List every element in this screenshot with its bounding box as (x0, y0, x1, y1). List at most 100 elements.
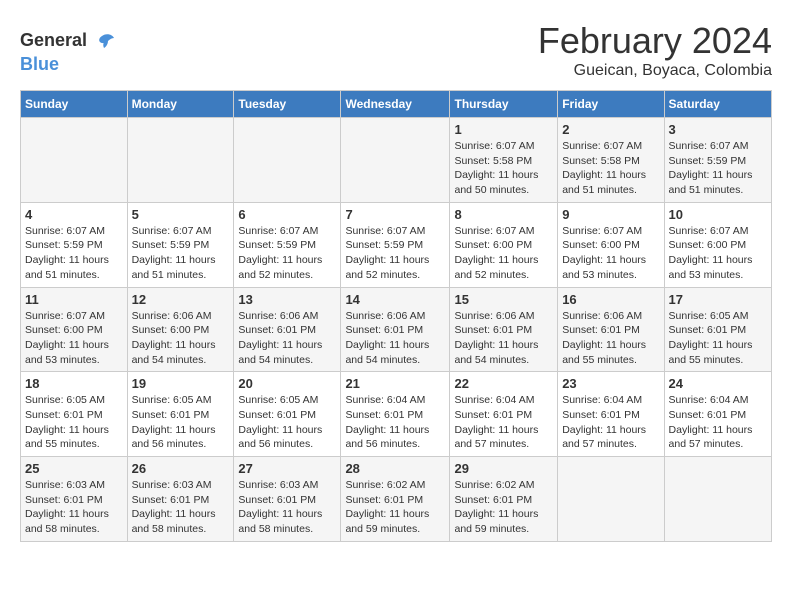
logo-blue: Blue (20, 54, 59, 74)
calendar-cell: 8Sunrise: 6:07 AMSunset: 6:00 PMDaylight… (450, 202, 558, 287)
calendar-cell: 21 Sunrise: 6:04 AMSunset: 6:01 PMDayligh… (341, 372, 450, 457)
day-number: 16 (562, 292, 659, 307)
day-number: 9 (562, 207, 659, 222)
calendar-cell: 7 Sunrise: 6:07 AMSunset: 5:59 PMDaylight… (341, 202, 450, 287)
day-info: Sunrise: 6:07 AMSunset: 5:58 PMDaylight:… (562, 139, 659, 198)
week-row-1: 1 Sunrise: 6:07 AMSunset: 5:58 PMDaylight… (21, 118, 772, 203)
day-number: 12 (132, 292, 230, 307)
calendar-cell (127, 118, 234, 203)
day-info: Sunrise: 6:05 AMSunset: 6:01 PMDaylight:… (132, 393, 230, 452)
day-info: Sunrise: 6:07 AMSunset: 5:59 PMDaylight:… (132, 224, 230, 283)
day-number: 14 (345, 292, 445, 307)
day-info: Sunrise: 6:07 AMSunset: 5:59 PMDaylight:… (669, 139, 767, 198)
col-saturday: Saturday (664, 91, 771, 118)
day-number: 4 (25, 207, 123, 222)
day-info: Sunrise: 6:07 AMSunset: 6:00 PMDaylight:… (669, 224, 767, 283)
day-info: Sunrise: 6:04 AMSunset: 6:01 PMDaylight:… (454, 393, 553, 452)
day-number: 29 (454, 461, 553, 476)
calendar-cell (341, 118, 450, 203)
week-row-2: 4 Sunrise: 6:07 AMSunset: 5:59 PMDaylight… (21, 202, 772, 287)
calendar-cell: 3Sunrise: 6:07 AMSunset: 5:59 PMDaylight… (664, 118, 771, 203)
day-number: 11 (25, 292, 123, 307)
calendar-cell (664, 457, 771, 542)
day-info: Sunrise: 6:03 AMSunset: 6:01 PMDaylight:… (132, 478, 230, 537)
day-info: Sunrise: 6:07 AMSunset: 6:00 PMDaylight:… (454, 224, 553, 283)
page-header: General Blue February 2024 Gueican, Boya… (20, 20, 772, 80)
day-number: 10 (669, 207, 767, 222)
day-number: 18 (25, 376, 123, 391)
calendar-table: Sunday Monday Tuesday Wednesday Thursday… (20, 90, 772, 542)
logo-bird-icon (94, 30, 118, 54)
calendar-cell (21, 118, 128, 203)
week-row-4: 18 Sunrise: 6:05 AMSunset: 6:01 PMDayligh… (21, 372, 772, 457)
day-info: Sunrise: 6:02 AMSunset: 6:01 PMDaylight:… (345, 478, 445, 537)
day-number: 17 (669, 292, 767, 307)
logo-general: General (20, 30, 87, 50)
calendar-cell: 20Sunrise: 6:05 AMSunset: 6:01 PMDayligh… (234, 372, 341, 457)
day-number: 7 (345, 207, 445, 222)
col-monday: Monday (127, 91, 234, 118)
calendar-cell: 27 Sunrise: 6:03 AMSunset: 6:01 PMDayligh… (234, 457, 341, 542)
day-number: 1 (454, 122, 553, 137)
calendar-cell (558, 457, 664, 542)
day-info: Sunrise: 6:05 AMSunset: 6:01 PMDaylight:… (25, 393, 123, 452)
day-info: Sunrise: 6:03 AMSunset: 6:01 PMDaylight:… (25, 478, 123, 537)
day-info: Sunrise: 6:07 AMSunset: 6:00 PMDaylight:… (25, 309, 123, 368)
day-info: Sunrise: 6:06 AMSunset: 6:01 PMDaylight:… (238, 309, 336, 368)
day-info: Sunrise: 6:02 AMSunset: 6:01 PMDaylight:… (454, 478, 553, 537)
calendar-cell: 15Sunrise: 6:06 AMSunset: 6:01 PMDayligh… (450, 287, 558, 372)
week-row-3: 11 Sunrise: 6:07 AMSunset: 6:00 PMDayligh… (21, 287, 772, 372)
calendar-cell: 4 Sunrise: 6:07 AMSunset: 5:59 PMDaylight… (21, 202, 128, 287)
day-info: Sunrise: 6:07 AMSunset: 5:58 PMDaylight:… (454, 139, 553, 198)
calendar-cell: 25 Sunrise: 6:03 AMSunset: 6:01 PMDayligh… (21, 457, 128, 542)
calendar-cell: 10 Sunrise: 6:07 AMSunset: 6:00 PMDayligh… (664, 202, 771, 287)
calendar-cell: 19Sunrise: 6:05 AMSunset: 6:01 PMDayligh… (127, 372, 234, 457)
day-info: Sunrise: 6:07 AMSunset: 5:59 PMDaylight:… (25, 224, 123, 283)
calendar-cell: 17 Sunrise: 6:05 AMSunset: 6:01 PMDayligh… (664, 287, 771, 372)
day-info: Sunrise: 6:06 AMSunset: 6:01 PMDaylight:… (562, 309, 659, 368)
calendar-cell: 5Sunrise: 6:07 AMSunset: 5:59 PMDaylight… (127, 202, 234, 287)
month-title: February 2024 (538, 20, 772, 62)
calendar-cell: 24 Sunrise: 6:04 AMSunset: 6:01 PMDayligh… (664, 372, 771, 457)
day-number: 2 (562, 122, 659, 137)
day-number: 21 (345, 376, 445, 391)
calendar-cell: 9Sunrise: 6:07 AMSunset: 6:00 PMDaylight… (558, 202, 664, 287)
calendar-cell (234, 118, 341, 203)
day-number: 22 (454, 376, 553, 391)
day-number: 20 (238, 376, 336, 391)
day-info: Sunrise: 6:06 AMSunset: 6:01 PMDaylight:… (345, 309, 445, 368)
calendar-cell: 1 Sunrise: 6:07 AMSunset: 5:58 PMDaylight… (450, 118, 558, 203)
calendar-cell: 14 Sunrise: 6:06 AMSunset: 6:01 PMDayligh… (341, 287, 450, 372)
calendar-header-row: Sunday Monday Tuesday Wednesday Thursday… (21, 91, 772, 118)
day-number: 27 (238, 461, 336, 476)
calendar-cell: 29 Sunrise: 6:02 AMSunset: 6:01 PMDayligh… (450, 457, 558, 542)
calendar-cell: 6 Sunrise: 6:07 AMSunset: 5:59 PMDaylight… (234, 202, 341, 287)
day-number: 25 (25, 461, 123, 476)
calendar-cell: 26Sunrise: 6:03 AMSunset: 6:01 PMDayligh… (127, 457, 234, 542)
title-section: February 2024 Gueican, Boyaca, Colombia (538, 20, 772, 80)
day-info: Sunrise: 6:04 AMSunset: 6:01 PMDaylight:… (345, 393, 445, 452)
logo-text: General Blue (20, 30, 120, 75)
day-info: Sunrise: 6:07 AMSunset: 5:59 PMDaylight:… (238, 224, 336, 283)
day-info: Sunrise: 6:03 AMSunset: 6:01 PMDaylight:… (238, 478, 336, 537)
calendar-cell: 13Sunrise: 6:06 AMSunset: 6:01 PMDayligh… (234, 287, 341, 372)
col-thursday: Thursday (450, 91, 558, 118)
calendar-cell: 22 Sunrise: 6:04 AMSunset: 6:01 PMDayligh… (450, 372, 558, 457)
day-number: 6 (238, 207, 336, 222)
day-info: Sunrise: 6:04 AMSunset: 6:01 PMDaylight:… (669, 393, 767, 452)
col-friday: Friday (558, 91, 664, 118)
calendar-cell: 2 Sunrise: 6:07 AMSunset: 5:58 PMDaylight… (558, 118, 664, 203)
day-info: Sunrise: 6:05 AMSunset: 6:01 PMDaylight:… (669, 309, 767, 368)
day-info: Sunrise: 6:06 AMSunset: 6:01 PMDaylight:… (454, 309, 553, 368)
week-row-5: 25 Sunrise: 6:03 AMSunset: 6:01 PMDayligh… (21, 457, 772, 542)
location: Gueican, Boyaca, Colombia (538, 62, 772, 80)
logo: General Blue (20, 30, 120, 75)
col-tuesday: Tuesday (234, 91, 341, 118)
day-info: Sunrise: 6:06 AMSunset: 6:00 PMDaylight:… (132, 309, 230, 368)
day-info: Sunrise: 6:07 AMSunset: 5:59 PMDaylight:… (345, 224, 445, 283)
day-number: 23 (562, 376, 659, 391)
calendar-cell: 11 Sunrise: 6:07 AMSunset: 6:00 PMDayligh… (21, 287, 128, 372)
col-wednesday: Wednesday (341, 91, 450, 118)
day-number: 24 (669, 376, 767, 391)
calendar-cell: 12 Sunrise: 6:06 AMSunset: 6:00 PMDayligh… (127, 287, 234, 372)
